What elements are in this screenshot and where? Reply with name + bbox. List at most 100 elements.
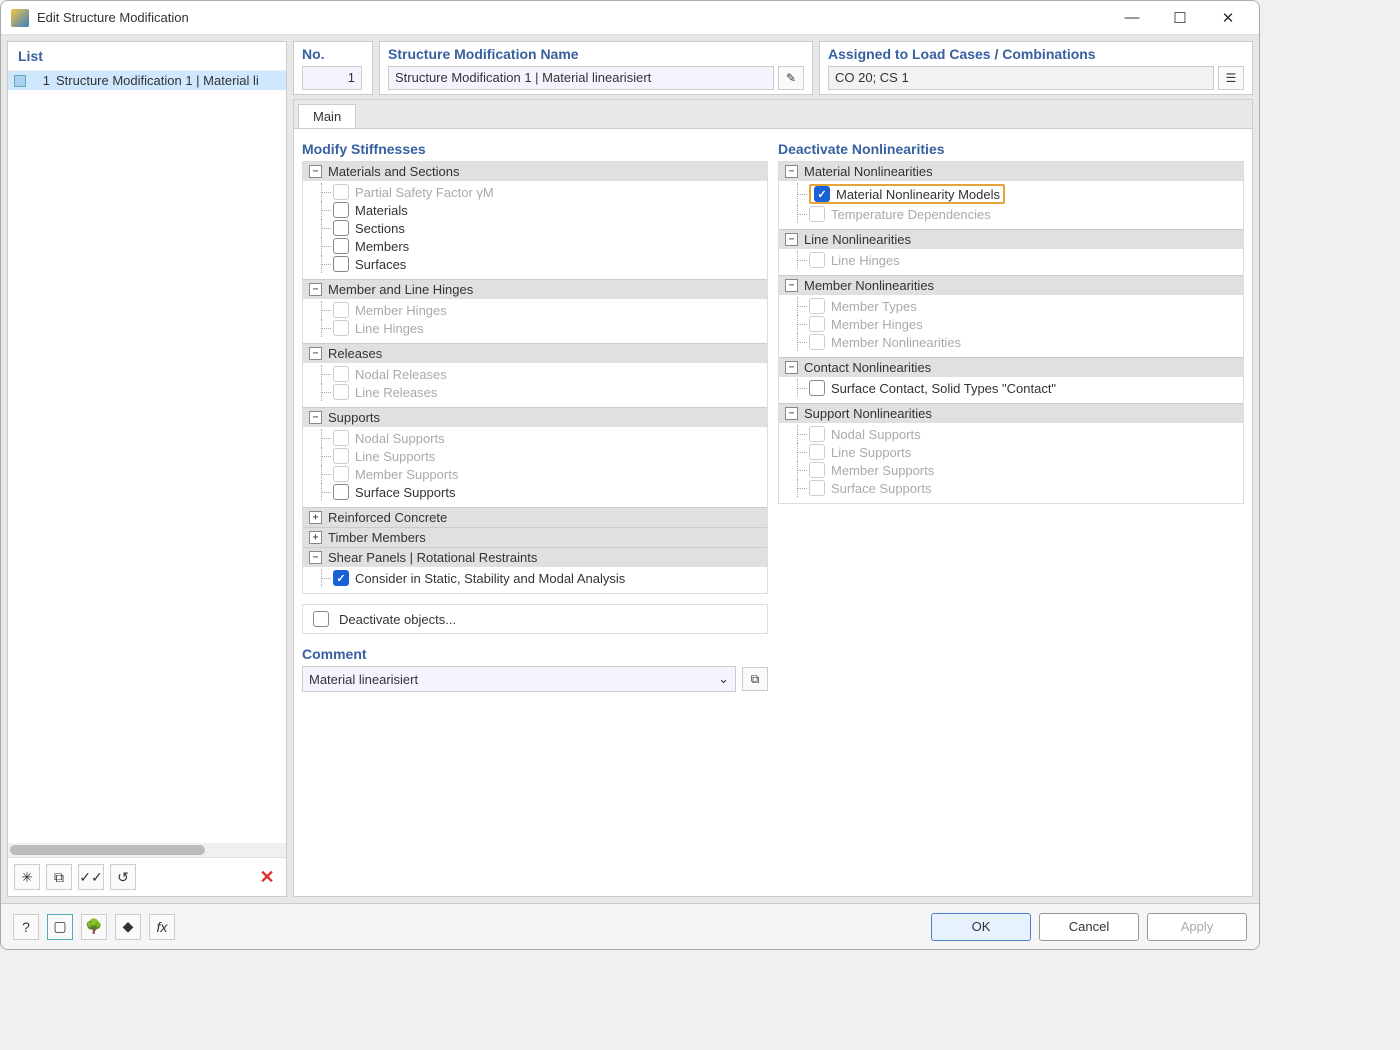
deactivate-group-memnl[interactable]: −Member Nonlinearities <box>779 275 1243 295</box>
checkbox[interactable] <box>333 256 349 272</box>
deactivate-item[interactable]: Line Supports <box>779 443 1243 461</box>
name-label: Structure Modification Name <box>388 46 804 62</box>
view-tree-button[interactable]: 🌳 <box>81 914 107 940</box>
edit-name-button[interactable]: ✎ <box>778 66 804 90</box>
switch-button[interactable]: ↺ <box>110 864 136 890</box>
list-h-scrollbar[interactable] <box>8 843 286 857</box>
comment-combo[interactable]: Material linearisiert ⌄ <box>302 666 736 692</box>
comment-copy-button[interactable]: ⧉ <box>742 667 768 691</box>
cancel-button[interactable]: Cancel <box>1039 913 1139 941</box>
ok-button[interactable]: OK <box>931 913 1031 941</box>
deactivate-objects-checkbox[interactable] <box>313 611 329 627</box>
expand-toggle-icon[interactable]: − <box>785 361 798 374</box>
checkbox[interactable] <box>809 380 825 396</box>
list-item-number: 1 <box>32 73 50 88</box>
modify-item[interactable]: Nodal Supports <box>303 429 767 447</box>
modify-item[interactable]: Consider in Static, Stability and Modal … <box>303 569 767 587</box>
modify-group-supports[interactable]: −Supports <box>303 407 767 427</box>
list-body[interactable]: 1 Structure Modification 1 | Material li <box>8 71 286 843</box>
modify-group-releases[interactable]: −Releases <box>303 343 767 363</box>
help-button[interactable]: ? <box>13 914 39 940</box>
deactivate-item[interactable]: Nodal Supports <box>779 425 1243 443</box>
expand-toggle-icon[interactable]: − <box>785 233 798 246</box>
modify-group-shear[interactable]: −Shear Panels | Rotational Restraints <box>303 547 767 567</box>
deactivate-item-label: Temperature Dependencies <box>831 207 991 222</box>
list-header: List <box>8 42 286 71</box>
deactivate-item[interactable]: Material Nonlinearity Models <box>779 183 1243 205</box>
deactivate-item[interactable]: Member Nonlinearities <box>779 333 1243 351</box>
expand-toggle-icon[interactable]: − <box>309 551 322 564</box>
view-box-button[interactable]: ▢ <box>47 914 73 940</box>
deactivate-group-matnl[interactable]: −Material Nonlinearities <box>779 162 1243 181</box>
deactivate-group-label: Support Nonlinearities <box>804 406 932 421</box>
list-item[interactable]: 1 Structure Modification 1 | Material li <box>8 71 286 90</box>
check-all-button[interactable]: ✓✓ <box>78 864 104 890</box>
delete-item-button[interactable]: ✕ <box>254 864 280 890</box>
fx-icon: fx <box>157 919 168 935</box>
assigned-browse-button[interactable]: ☰ <box>1218 66 1244 90</box>
view-graph-button[interactable]: ◆ <box>115 914 141 940</box>
checkbox[interactable] <box>814 186 830 202</box>
deactivate-item[interactable]: Surface Contact, Solid Types "Contact" <box>779 379 1243 397</box>
checkbox[interactable] <box>333 570 349 586</box>
expand-toggle-icon[interactable]: − <box>309 411 322 424</box>
modify-item[interactable]: Partial Safety Factor γM <box>303 183 767 201</box>
minimize-button[interactable]: — <box>1117 6 1147 30</box>
deactivate-group-linenl[interactable]: −Line Nonlinearities <box>779 229 1243 249</box>
deactivate-item[interactable]: Member Hinges <box>779 315 1243 333</box>
modify-item-label: Partial Safety Factor γM <box>355 185 494 200</box>
modify-item[interactable]: Line Hinges <box>303 319 767 337</box>
checkbox[interactable] <box>333 238 349 254</box>
new-item-button[interactable]: ✳ <box>14 864 40 890</box>
name-input[interactable]: Structure Modification 1 | Material line… <box>388 66 774 90</box>
modify-item[interactable]: Member Hinges <box>303 301 767 319</box>
modify-group-mat_sec[interactable]: −Materials and Sections <box>303 162 767 181</box>
modify-item[interactable]: Nodal Releases <box>303 365 767 383</box>
window-title: Edit Structure Modification <box>37 10 1117 25</box>
modify-item-label: Line Releases <box>355 385 437 400</box>
maximize-button[interactable]: ☐ <box>1165 6 1195 30</box>
chevron-down-icon: ⌄ <box>718 671 729 687</box>
deactivate-item[interactable]: Line Hinges <box>779 251 1243 269</box>
modify-item[interactable]: Member Supports <box>303 465 767 483</box>
no-input[interactable]: 1 <box>302 66 362 90</box>
assigned-input[interactable]: CO 20; CS 1 <box>828 66 1214 90</box>
checkbox[interactable] <box>333 220 349 236</box>
deactivate-item[interactable]: Member Types <box>779 297 1243 315</box>
modify-item[interactable]: Members <box>303 237 767 255</box>
modify-item[interactable]: Line Releases <box>303 383 767 401</box>
expand-toggle-icon[interactable]: − <box>309 283 322 296</box>
expand-toggle-icon[interactable]: − <box>785 165 798 178</box>
modify-item-label: Consider in Static, Stability and Modal … <box>355 571 625 586</box>
modify-group-hinges[interactable]: −Member and Line Hinges <box>303 279 767 299</box>
expand-toggle-icon[interactable]: + <box>309 531 322 544</box>
copy-item-button[interactable]: ⧉ <box>46 864 72 890</box>
expand-toggle-icon[interactable]: − <box>309 165 322 178</box>
checkbox <box>333 302 349 318</box>
expand-toggle-icon[interactable]: − <box>785 279 798 292</box>
close-window-button[interactable]: ✕ <box>1213 6 1243 30</box>
modify-item[interactable]: Materials <box>303 201 767 219</box>
modify-group-rc[interactable]: +Reinforced Concrete <box>303 507 767 527</box>
deactivate-objects-row[interactable]: Deactivate objects... <box>302 604 768 634</box>
tab-main[interactable]: Main <box>298 104 356 128</box>
deactivate-item[interactable]: Temperature Dependencies <box>779 205 1243 223</box>
expand-toggle-icon[interactable]: − <box>309 347 322 360</box>
modify-item[interactable]: Sections <box>303 219 767 237</box>
fx-button[interactable]: fx <box>149 914 175 940</box>
checkbox[interactable] <box>333 202 349 218</box>
expand-toggle-icon[interactable]: − <box>785 407 798 420</box>
expand-toggle-icon[interactable]: + <box>309 511 322 524</box>
checkbox <box>809 426 825 442</box>
modify-group-timber[interactable]: +Timber Members <box>303 527 767 547</box>
deactivate-group-contact[interactable]: −Contact Nonlinearities <box>779 357 1243 377</box>
apply-button[interactable]: Apply <box>1147 913 1247 941</box>
modify-item[interactable]: Line Supports <box>303 447 767 465</box>
modify-item[interactable]: Surfaces <box>303 255 767 273</box>
deactivate-item[interactable]: Member Supports <box>779 461 1243 479</box>
deactivate-title: Deactivate Nonlinearities <box>778 137 1244 161</box>
deactivate-group-suppnl[interactable]: −Support Nonlinearities <box>779 403 1243 423</box>
deactivate-item[interactable]: Surface Supports <box>779 479 1243 497</box>
checkbox[interactable] <box>333 484 349 500</box>
modify-item[interactable]: Surface Supports <box>303 483 767 501</box>
